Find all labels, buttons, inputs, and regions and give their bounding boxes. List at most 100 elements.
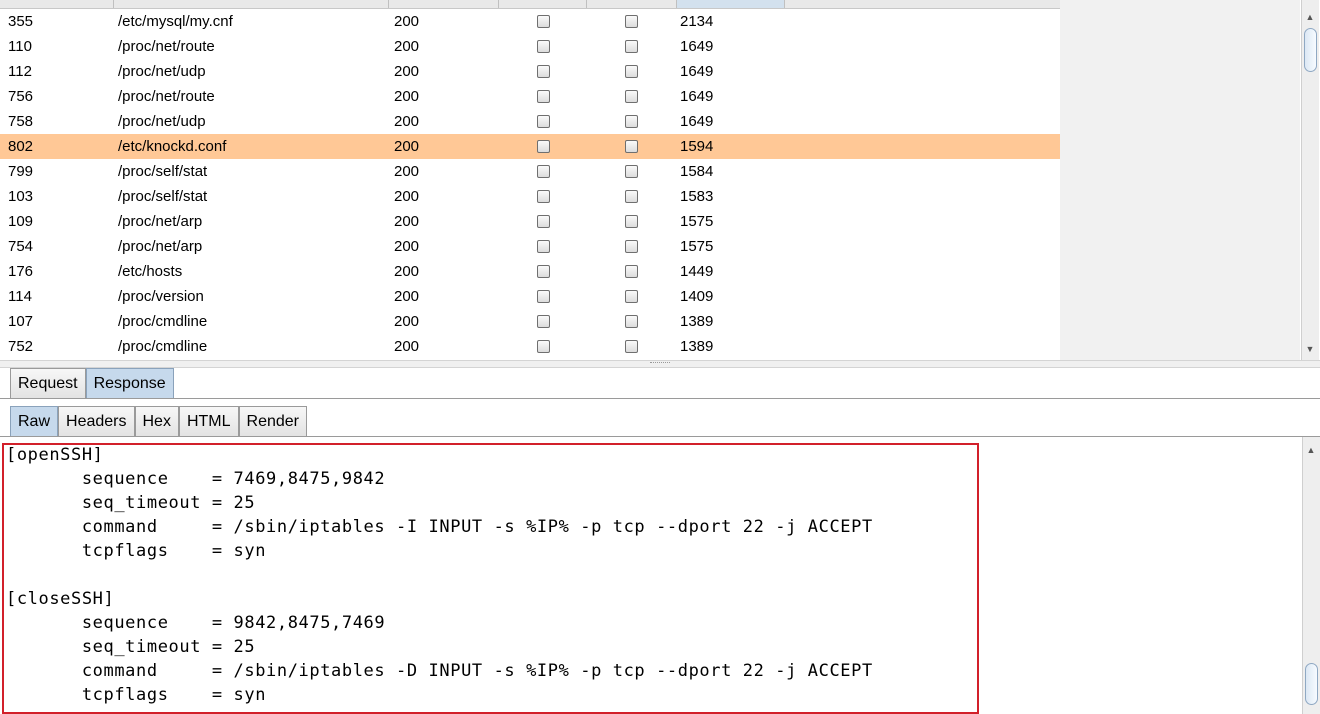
length-cell: 2134 (680, 13, 714, 30)
status-cell: 200 (394, 38, 420, 55)
length-cell: 1649 (680, 113, 714, 130)
tab-request[interactable]: Request (10, 368, 86, 399)
timeout-checkbox[interactable] (625, 215, 638, 228)
table-row[interactable]: 176/etc/hosts 200 1449 (0, 259, 1060, 284)
payload-cell: /etc/hosts (118, 263, 183, 280)
message-tabs: Request Response (10, 368, 174, 399)
code-line: seq_timeout = 25 (6, 493, 256, 513)
tab-html[interactable]: HTML (178, 406, 239, 437)
error-checkbox[interactable] (537, 115, 550, 128)
status-cell: 200 (394, 63, 420, 80)
table-scrollbar[interactable]: ▲ ▼ (1301, 0, 1319, 360)
error-checkbox[interactable] (537, 265, 550, 278)
timeout-checkbox[interactable] (625, 15, 638, 28)
error-checkbox[interactable] (537, 90, 550, 103)
payload-cell: /etc/mysql/my.cnf (118, 13, 233, 30)
table-row[interactable]: 114/proc/version 200 1409 (0, 284, 1060, 309)
column-separator[interactable] (676, 0, 677, 8)
error-checkbox[interactable] (537, 140, 550, 153)
status-cell: 200 (394, 88, 420, 105)
length-cell: 1584 (680, 163, 714, 180)
code-line: command = /sbin/iptables -D INPUT -s %IP… (6, 661, 873, 681)
scroll-thumb[interactable] (1304, 28, 1317, 72)
payload-cell: /proc/net/arp (118, 238, 203, 255)
table-row[interactable]: 107/proc/cmdline 200 1389 (0, 309, 1060, 334)
payload-cell: /etc/knockd.conf (118, 138, 227, 155)
column-separator[interactable] (388, 0, 389, 8)
scroll-thumb[interactable] (1305, 663, 1318, 705)
scroll-up-icon[interactable]: ▲ (1304, 10, 1316, 24)
status-cell: 200 (394, 263, 420, 280)
timeout-checkbox[interactable] (625, 65, 638, 78)
table-row[interactable]: 752/proc/cmdline 200 1389 (0, 334, 1060, 359)
tab-hex[interactable]: Hex (134, 406, 179, 437)
tab-headers[interactable]: Headers (58, 406, 135, 437)
tab-response[interactable]: Response (85, 368, 174, 399)
timeout-checkbox[interactable] (625, 240, 638, 253)
error-checkbox[interactable] (537, 290, 550, 303)
timeout-checkbox[interactable] (625, 340, 638, 353)
length-cell: 1583 (680, 188, 714, 205)
response-body[interactable]: [openSSH] sequence = 7469,8475,9842 seq_… (6, 443, 873, 707)
error-checkbox[interactable] (537, 65, 550, 78)
error-checkbox[interactable] (537, 315, 550, 328)
request-id-cell: 103 (8, 188, 34, 205)
length-cell: 1409 (680, 288, 714, 305)
timeout-checkbox[interactable] (625, 40, 638, 53)
tab-render[interactable]: Render (238, 406, 307, 437)
timeout-checkbox[interactable] (625, 115, 638, 128)
editor-scrollbar[interactable]: ▲ (1302, 437, 1320, 714)
timeout-checkbox[interactable] (625, 90, 638, 103)
table-row[interactable]: 799/proc/self/stat 200 1584 (0, 159, 1060, 184)
scroll-down-icon[interactable]: ▼ (1304, 342, 1316, 356)
timeout-checkbox[interactable] (625, 265, 638, 278)
error-checkbox[interactable] (537, 40, 550, 53)
table-row[interactable]: 802/etc/knockd.conf 200 1594 (0, 134, 1060, 159)
error-checkbox[interactable] (537, 165, 550, 178)
table-row[interactable]: 355/etc/mysql/my.cnf 200 2134 (0, 9, 1060, 34)
table-row[interactable]: 103/proc/self/stat 200 1583 (0, 184, 1060, 209)
code-line: command = /sbin/iptables -I INPUT -s %IP… (6, 517, 873, 537)
column-separator[interactable] (113, 0, 114, 8)
table-row[interactable]: 109/proc/net/arp 200 1575 (0, 209, 1060, 234)
code-line: [closeSSH] (6, 589, 115, 609)
request-id-cell: 752 (8, 338, 34, 355)
timeout-checkbox[interactable] (625, 165, 638, 178)
timeout-checkbox[interactable] (625, 190, 638, 203)
sorted-column-header[interactable] (676, 0, 784, 8)
request-id-cell: 355 (8, 13, 34, 30)
table-row[interactable]: 758/proc/net/udp 200 1649 (0, 109, 1060, 134)
payload-cell: /proc/net/arp (118, 213, 203, 230)
scroll-up-icon[interactable]: ▲ (1305, 443, 1317, 457)
error-checkbox[interactable] (537, 215, 550, 228)
table-row[interactable]: 112/proc/net/udp 200 1649 (0, 59, 1060, 84)
payload-cell: /proc/version (118, 288, 204, 305)
error-checkbox[interactable] (537, 240, 550, 253)
status-cell: 200 (394, 213, 420, 230)
column-separator[interactable] (586, 0, 587, 8)
error-checkbox[interactable] (537, 190, 550, 203)
error-checkbox[interactable] (537, 15, 550, 28)
view-tabs: Raw Headers Hex HTML Render (10, 406, 307, 437)
request-id-cell: 756 (8, 88, 34, 105)
timeout-checkbox[interactable] (625, 290, 638, 303)
request-id-cell: 754 (8, 238, 34, 255)
table-row[interactable]: 756/proc/net/route 200 1649 (0, 84, 1060, 109)
table-row[interactable]: 110/proc/net/route 200 1649 (0, 34, 1060, 59)
split-divider[interactable] (0, 360, 1320, 368)
table-row[interactable]: 754/proc/net/arp 200 1575 (0, 234, 1060, 259)
column-separator[interactable] (784, 0, 785, 8)
tab-raw[interactable]: Raw (10, 406, 59, 437)
timeout-checkbox[interactable] (625, 315, 638, 328)
table-header[interactable] (0, 0, 1060, 9)
request-id-cell: 799 (8, 163, 34, 180)
response-editor[interactable]: [openSSH] sequence = 7469,8475,9842 seq_… (0, 437, 1302, 714)
length-cell: 1649 (680, 63, 714, 80)
column-separator[interactable] (498, 0, 499, 8)
payload-cell: /proc/cmdline (118, 338, 208, 355)
table-empty-area (1060, 0, 1300, 360)
status-cell: 200 (394, 338, 420, 355)
divider-grip-icon[interactable] (650, 362, 670, 365)
error-checkbox[interactable] (537, 340, 550, 353)
timeout-checkbox[interactable] (625, 140, 638, 153)
